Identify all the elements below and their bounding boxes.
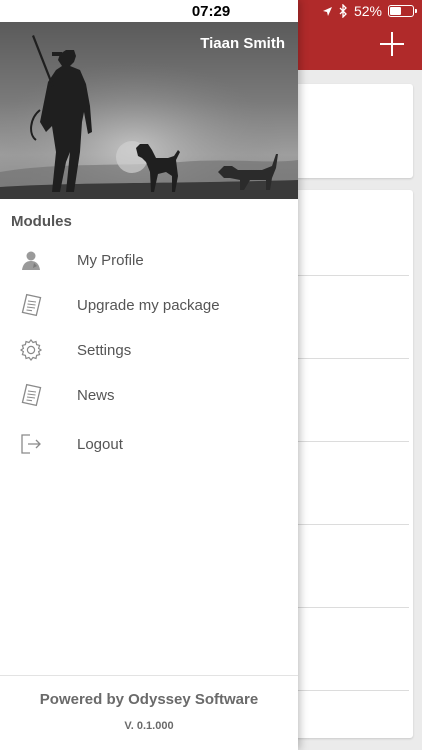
menu-item-settings[interactable]: Settings [0,328,298,372]
powered-by-text: Powered by Odyssey Software [39,691,259,708]
menu-label: My Profile [77,251,144,269]
menu-item-upgrade-package[interactable]: Upgrade my package [0,283,298,327]
menu-item-news[interactable]: News [0,373,298,417]
list-divider [290,358,409,359]
menu-label: News [77,386,115,404]
background-list-card [290,190,413,738]
background-card [290,84,413,178]
logout-icon [18,431,44,457]
version-text: V. 0.1.000 [124,720,174,732]
drawer-footer: Powered by Odyssey Software V. 0.1.000 [0,675,298,750]
menu-item-my-profile[interactable]: My Profile [0,238,298,282]
list-divider [290,441,409,442]
list-divider [290,275,409,276]
add-button[interactable] [380,32,404,56]
section-title: Modules [11,213,72,230]
menu-label: Upgrade my package [77,296,220,314]
gear-icon [18,337,44,363]
drawer-header: Tiaan Smith [0,22,298,199]
navigation-drawer: Tiaan Smith Modules My Profile Upgrade m… [0,0,298,750]
list-divider [290,690,409,691]
profile-icon [18,247,44,273]
document-icon [18,292,44,318]
menu-label: Settings [77,341,132,359]
status-bar-time: 07:29 [191,3,231,20]
menu-item-logout[interactable]: Logout [0,422,298,466]
document-icon [18,382,44,408]
user-name: Tiaan Smith [200,35,285,52]
list-divider [290,524,409,525]
list-divider [290,607,409,608]
menu-label: Logout [77,435,123,453]
